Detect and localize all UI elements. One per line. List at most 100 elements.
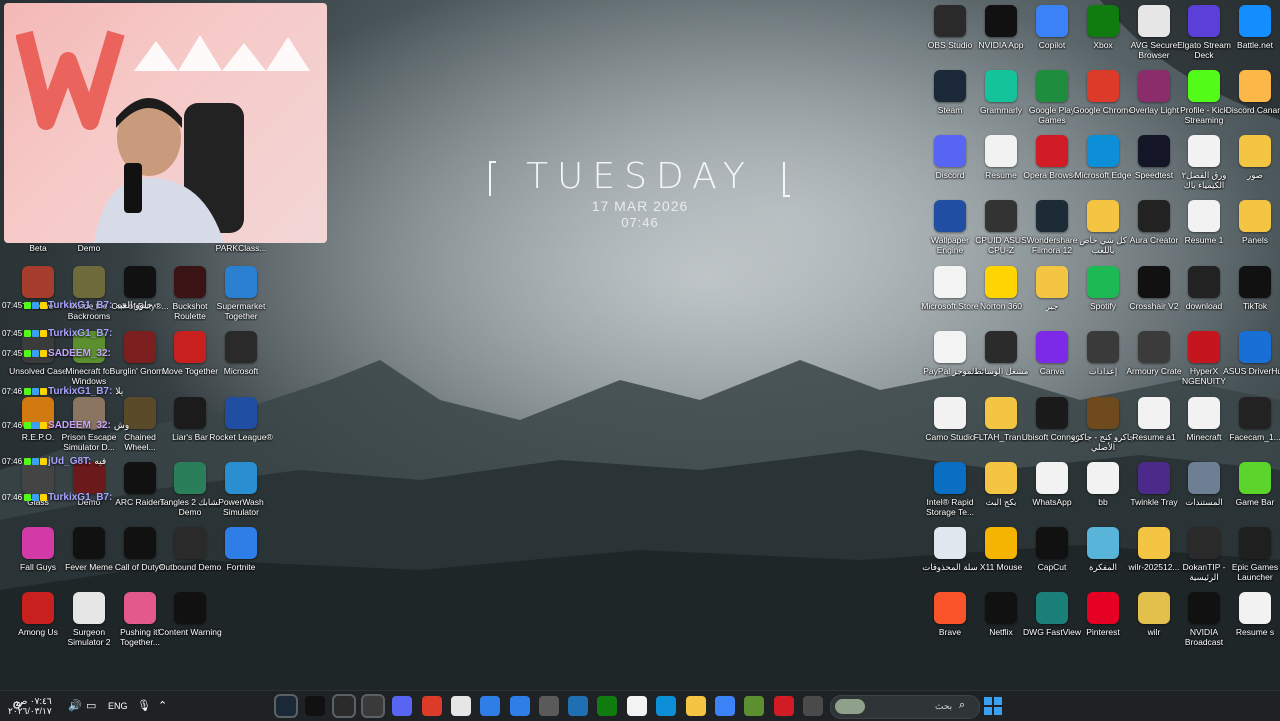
mouse-icon <box>985 527 1017 559</box>
stream-deck-icon <box>1188 5 1220 37</box>
game-icon <box>174 331 206 363</box>
hyperx-icon <box>1188 331 1220 363</box>
file-explorer-icon[interactable] <box>686 696 706 716</box>
badge-icon <box>24 458 32 466</box>
network-icon[interactable]: ▭ <box>86 699 96 712</box>
chat-username[interactable]: jUd_G8T: <box>48 456 91 467</box>
desktop-icon[interactable]: Rocket League® <box>209 397 273 461</box>
desktop-icon-label: صور <box>1247 170 1263 180</box>
chat-username[interactable]: SADEEM_32: <box>48 420 111 431</box>
desktop-icon[interactable]: Facecam_1... <box>1223 397 1280 461</box>
desktop-icon[interactable]: Fortnite <box>209 527 273 591</box>
badge-icon <box>40 388 48 396</box>
desktop-icon[interactable]: صور <box>1223 135 1280 199</box>
badge-icon <box>40 494 48 502</box>
wallpaper-bracket-left <box>489 161 496 196</box>
photos-icon[interactable] <box>480 696 500 716</box>
chat-badges-icon <box>24 300 48 310</box>
chevron-up-icon[interactable]: ⌃ <box>158 699 167 712</box>
opera-icon[interactable] <box>774 696 794 716</box>
chat-username[interactable]: TurkixG1_B7: <box>48 300 112 311</box>
chat-message: 07:46 jUd_G8T: فيه <box>2 456 106 467</box>
chat-badges-icon <box>24 420 48 430</box>
document-icon <box>1138 397 1170 429</box>
stream-chat-overlay: 07:45 TurkixG1_B7: حلوو العبه 07:45 TurkixG1… <box>0 244 153 574</box>
fortnite-icon <box>225 527 257 559</box>
file-icon <box>1239 397 1271 429</box>
minecraft-icon[interactable] <box>744 696 764 716</box>
desktop-icon[interactable]: PowerWash Simulator <box>209 462 273 526</box>
badge-icon <box>24 422 32 430</box>
spotify-icon <box>1087 266 1119 298</box>
start-button[interactable] <box>984 697 1002 715</box>
desktop-icon[interactable]: Resume s <box>1223 592 1280 656</box>
capcut-icon[interactable] <box>361 694 385 718</box>
chat-username[interactable]: TurkixG1_B7: <box>48 328 112 339</box>
edge-icon[interactable] <box>656 696 676 716</box>
chat-username[interactable]: TurkixG1_B7: <box>48 492 112 503</box>
task-view-icon[interactable] <box>803 696 823 716</box>
winrar-archive-icon <box>1138 592 1170 624</box>
avg-browser-icon[interactable] <box>451 696 471 716</box>
steam-icon[interactable] <box>274 694 298 718</box>
taskbar-search[interactable]: بحث ⌕ <box>830 695 980 719</box>
badge-icon <box>32 494 40 502</box>
search-icon: ⌕ <box>959 699 966 711</box>
tiktok-icon[interactable] <box>305 696 325 716</box>
capcut-icon <box>1036 527 1068 559</box>
store-icon[interactable] <box>627 696 647 716</box>
desktop-icon[interactable]: TikTok <box>1223 266 1280 330</box>
desktop-icon[interactable]: Panels <box>1223 200 1280 264</box>
mail-icon[interactable] <box>510 696 530 716</box>
chat-message: 07:46 SADEEM_32: وش <box>2 420 129 431</box>
chrome-icon[interactable] <box>422 696 442 716</box>
desktop-icon[interactable]: Game Bar <box>1223 462 1280 526</box>
folder-icon <box>1138 527 1170 559</box>
photos-icon[interactable] <box>568 696 588 716</box>
obs-icon[interactable] <box>332 694 356 718</box>
game-icon <box>225 462 257 494</box>
paypal-icon <box>934 331 966 363</box>
language-indicator[interactable]: ENG <box>108 701 128 711</box>
microphone-icon[interactable]: 🎙 <box>137 699 151 712</box>
file-icon <box>1188 266 1220 298</box>
desktop-icon[interactable]: Content Warning <box>158 592 222 656</box>
copilot-icon[interactable] <box>715 696 735 716</box>
crosshair-icon <box>1138 266 1170 298</box>
twinkle-icon <box>1138 462 1170 494</box>
desktop-icon[interactable]: Supermarket Together <box>209 266 273 330</box>
desktop-icon[interactable]: Epic Games Launcher <box>1223 527 1280 591</box>
desktop-icon[interactable]: Microsoft <box>209 331 273 395</box>
folder-icon <box>1239 200 1271 232</box>
document-icon <box>1239 592 1271 624</box>
xbox-icon[interactable] <box>597 696 617 716</box>
settings-icon[interactable] <box>539 696 559 716</box>
volume-icon[interactable]: 🔊 <box>68 699 82 712</box>
store-icon <box>934 266 966 298</box>
windows-logo-icon <box>984 697 992 705</box>
chat-username[interactable]: TurkixG1_B7: <box>48 386 112 397</box>
chat-message: 07:45 SADEEM_32: <box>2 348 114 359</box>
badge-icon <box>40 422 48 430</box>
badge-icon <box>40 350 48 358</box>
folder-icon <box>985 462 1017 494</box>
desktop-icon[interactable]: Battle.net <box>1223 5 1280 69</box>
badge-icon <box>32 302 40 310</box>
chat-badges-icon <box>24 456 48 466</box>
cpuz-icon <box>985 200 1017 232</box>
game-icon <box>225 331 257 363</box>
chat-username[interactable]: SADEEM_32: <box>48 348 111 359</box>
desktop-icon-label: Rocket League® <box>209 432 273 442</box>
chat-timestamp: 07:46 <box>2 493 23 502</box>
settings-tray-icon[interactable]: ⚙ <box>12 699 22 712</box>
play-games-icon <box>1036 70 1068 102</box>
desktop-icon-label: PARKClass... <box>215 243 267 253</box>
aura-icon <box>1138 200 1170 232</box>
epic-icon <box>1239 527 1271 559</box>
desktop-icon[interactable]: Discord Canary <box>1223 70 1280 134</box>
desktop-icon[interactable]: ASUS DriverHub <box>1223 331 1280 395</box>
winrar-icon <box>1138 70 1170 102</box>
desktop-icon-label: Microsoft <box>223 366 259 376</box>
documents-folder-icon <box>1188 462 1220 494</box>
discord-icon[interactable] <box>392 696 412 716</box>
